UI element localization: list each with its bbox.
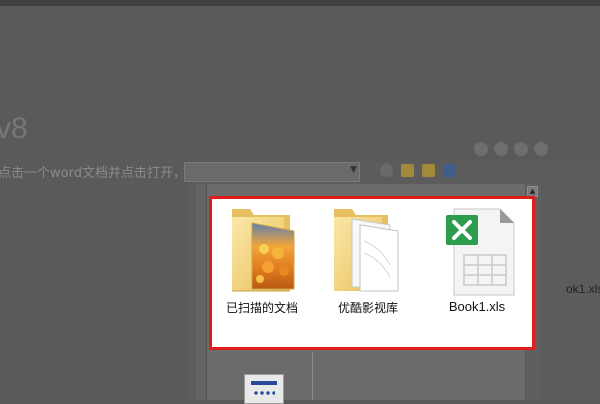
file-name-label: Book1.xls [448,299,506,314]
up-folder-icon[interactable] [401,164,414,177]
view-menu-icon[interactable] [443,164,456,177]
new-folder-icon[interactable] [422,164,435,177]
partial-file-label: ok1.xls [566,282,600,296]
document-grid [253,389,275,397]
address-path-input[interactable]: ▼ [184,162,360,182]
more-icon [534,142,548,156]
like-icon [494,142,508,156]
file-item-youku-video-library[interactable]: 优酷影视库 [318,199,418,339]
background-article-heading: v8 [0,112,28,145]
browser-top-bar [0,0,600,6]
file-name-label: 已扫描的文档 [225,301,298,315]
share-icon [474,142,488,156]
background-tick-mark: ' [0,194,1,208]
back-icon[interactable] [380,164,393,177]
navigation-pane [196,184,207,400]
scanned-documents-folder-icon [232,209,295,292]
background-divider [0,38,600,39]
folder-icon [334,209,399,292]
excel-file-icon [446,208,515,296]
highlighted-file-area: 已扫描的文档 优酷影视库 Book1.xls [209,196,535,350]
background-partial-window [563,210,600,330]
chevron-down-icon[interactable]: ▼ [350,165,357,175]
file-item-book1-xls[interactable]: Book1.xls [428,199,526,339]
file-item-scanned-documents[interactable]: 已扫描的文档 [216,199,308,339]
dialog-toolbar [380,164,456,177]
comment-icon [514,142,528,156]
file-name-label: 优酷影视库 [337,301,398,315]
background-toolbar-icons [474,142,548,156]
document-header-bar [251,381,277,385]
column-separator [312,352,313,400]
